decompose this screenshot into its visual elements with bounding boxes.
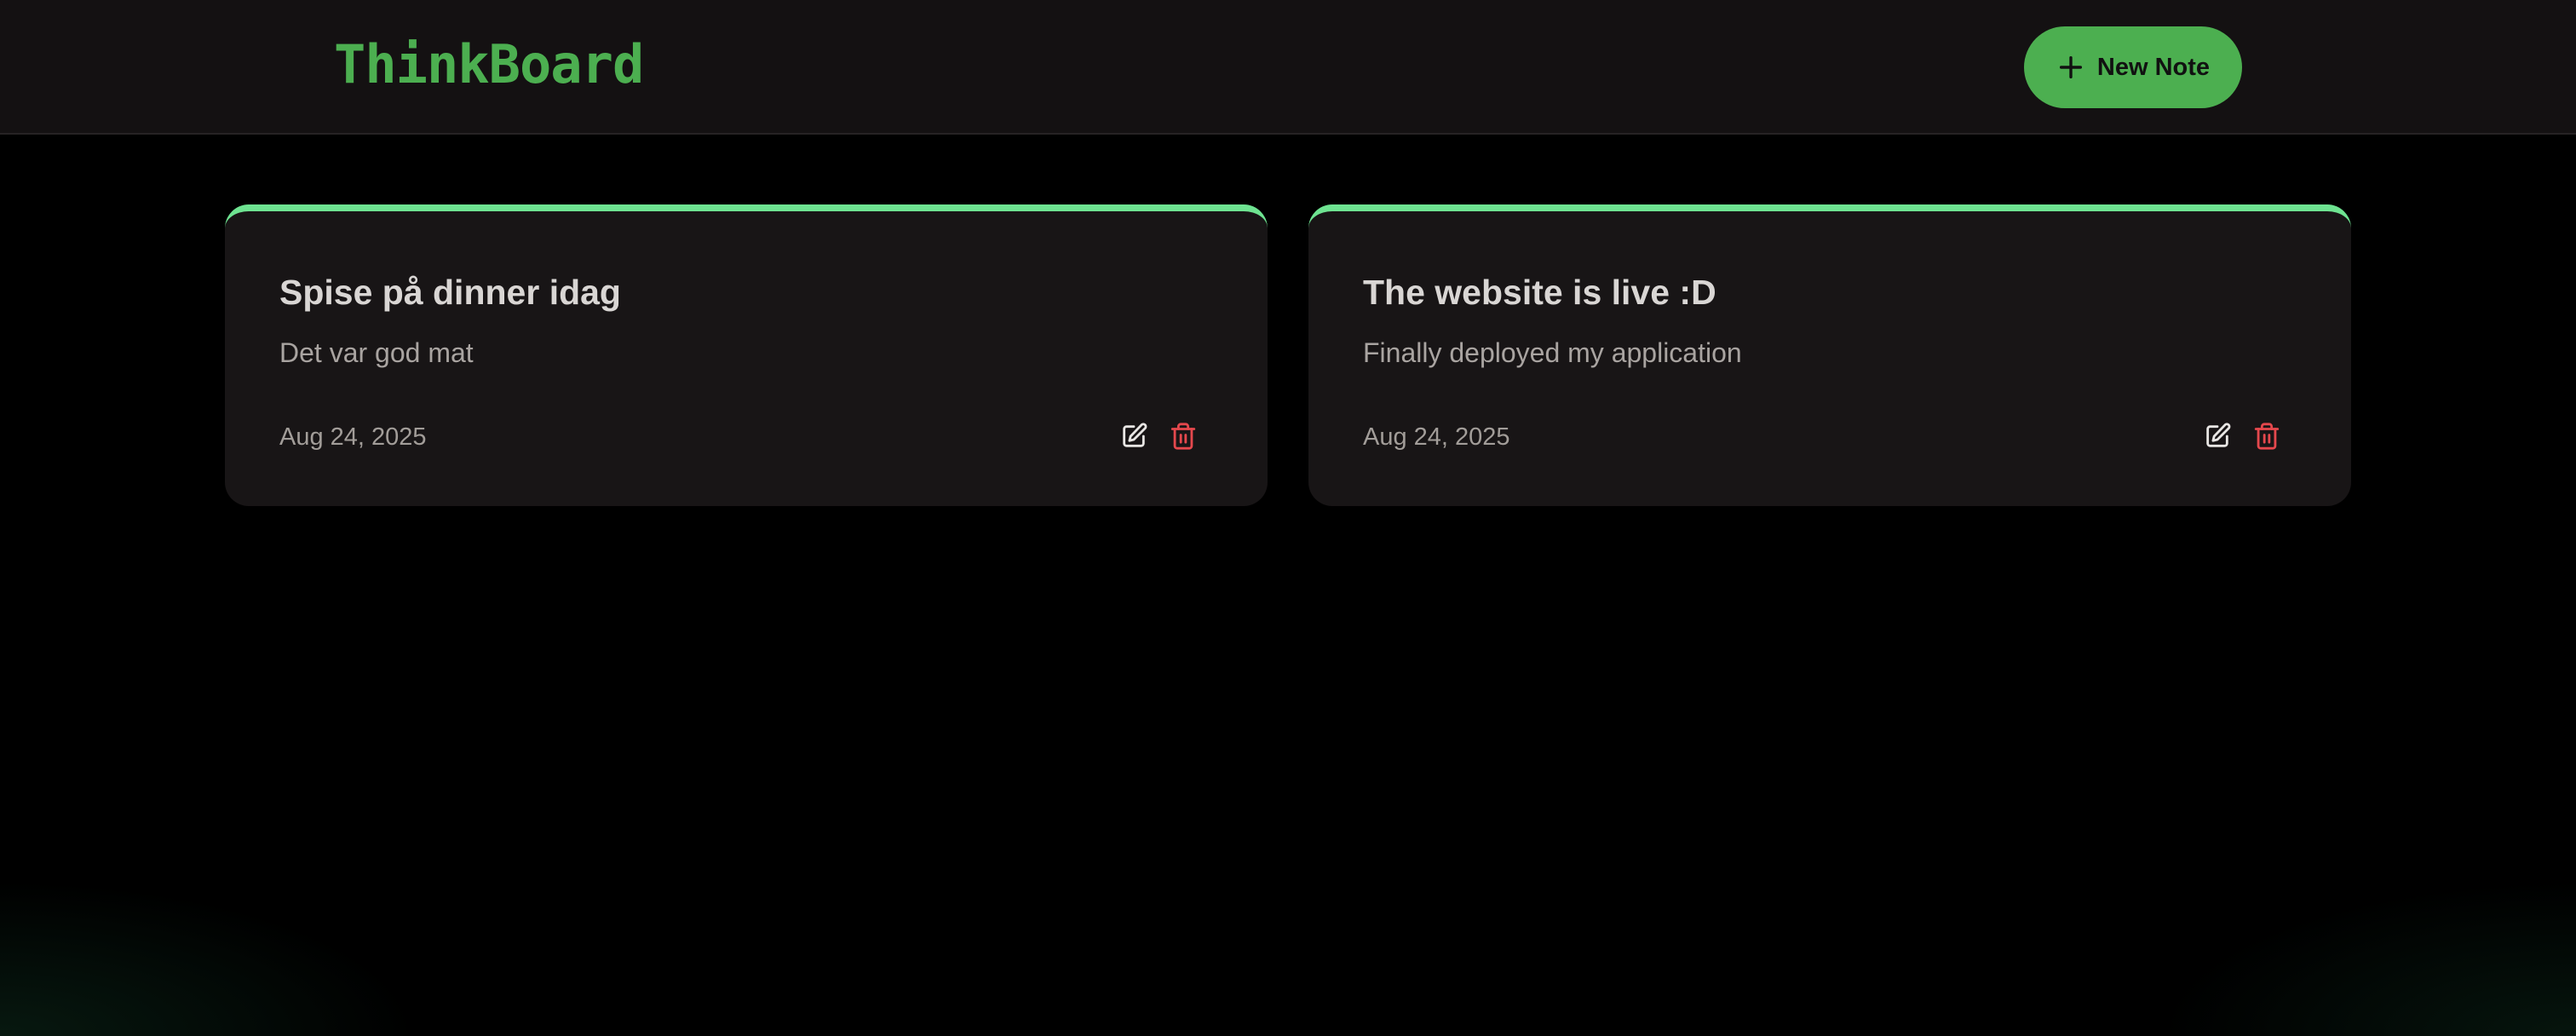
delete-note-button[interactable] (1166, 419, 1200, 453)
note-date: Aug 24, 2025 (279, 423, 427, 451)
note-title: The website is live :D (1363, 273, 1716, 312)
note-card[interactable]: The website is live :D Finally deployed … (1308, 204, 2351, 506)
edit-icon (1123, 423, 1147, 447)
trash-icon (1170, 423, 1196, 450)
edit-icon (2206, 423, 2231, 447)
new-note-button[interactable]: New Note (2024, 26, 2242, 108)
note-content: Det var god mat (279, 337, 474, 368)
navbar: ThinkBoard New Note (0, 0, 2576, 135)
edit-note-button[interactable] (2200, 419, 2234, 453)
delete-note-button[interactable] (2250, 419, 2284, 453)
edit-note-button[interactable] (1117, 419, 1151, 453)
note-content: Finally deployed my application (1363, 337, 1742, 368)
new-note-label: New Note (2096, 53, 2211, 81)
trash-icon (2254, 423, 2280, 450)
note-date: Aug 24, 2025 (1363, 423, 1510, 451)
plus-icon (2056, 53, 2085, 82)
note-title: Spise på dinner idag (279, 273, 621, 312)
note-card[interactable]: Spise på dinner idag Det var god mat Aug… (225, 204, 1268, 506)
app-logo[interactable]: ThinkBoard (334, 31, 644, 99)
background-glow (0, 780, 2576, 1036)
